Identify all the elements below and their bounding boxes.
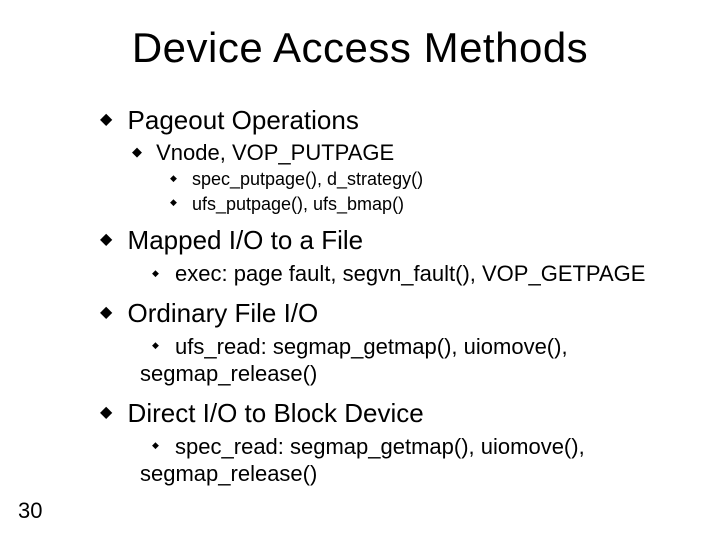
slide-content: Pageout Operations Vnode, VOP_PUTPAGE sp… [100,95,690,490]
list-item-cont: segmap_release() [140,360,690,388]
section-heading: Mapped I/O to a File [100,225,690,256]
section-heading: Direct I/O to Block Device [100,398,690,429]
section-heading-text: Direct I/O to Block Device [128,398,424,428]
sub-heading: Vnode, VOP_PUTPAGE [132,140,690,166]
list-item: ufs_read: segmap_getmap(), uiomove(), se… [152,333,690,388]
sub-heading-text: Vnode, VOP_PUTPAGE [156,140,394,165]
section-heading-text: Mapped I/O to a File [128,225,364,255]
list-item-text: spec_putpage(), d_strategy() [192,169,423,189]
list-item: spec_putpage(), d_strategy() [170,168,690,191]
list-item-text: ufs_putpage(), ufs_bmap() [192,194,404,214]
list-item-cont: segmap_release() [140,460,690,488]
section-heading-text: Ordinary File I/O [128,298,319,328]
page-number: 30 [18,498,42,524]
list-item-text: exec: page fault, segvn_fault(), VOP_GET… [175,261,645,286]
section-heading: Pageout Operations [100,105,690,136]
slide: Device Access Methods Pageout Operations… [0,0,720,540]
list-item: exec: page fault, segvn_fault(), VOP_GET… [152,260,690,288]
list-item: ufs_putpage(), ufs_bmap() [170,193,690,216]
list-item-text: spec_read: segmap_getmap(), uiomove(), [175,434,585,459]
list-item: spec_read: segmap_getmap(), uiomove(), s… [152,433,690,488]
section-heading-text: Pageout Operations [128,105,359,135]
list-item-text: ufs_read: segmap_getmap(), uiomove(), [175,334,568,359]
section-heading: Ordinary File I/O [100,298,690,329]
slide-title: Device Access Methods [0,24,720,72]
